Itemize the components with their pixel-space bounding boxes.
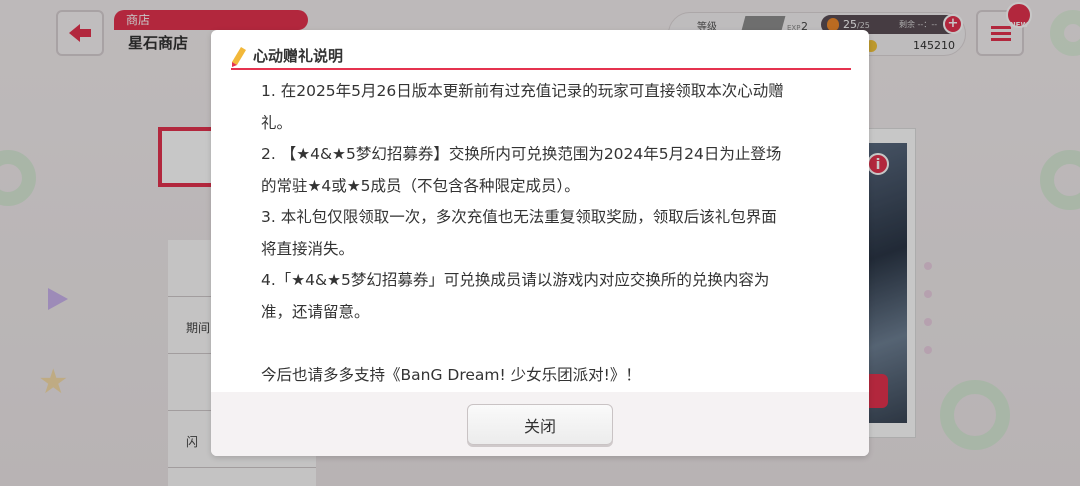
body-line: 将直接消失。 (261, 239, 355, 258)
dialog-footer: 关闭 (211, 392, 869, 456)
close-button[interactable]: 关闭 (467, 404, 613, 445)
dialog-title: 心动赠礼说明 (253, 47, 344, 65)
body-line: 的常驻★4或★5成员（不包含各种限定成员）。 (261, 176, 580, 195)
dialog-body: 1. 在2025年5月26日版本更新前有过充值记录的玩家可直接领取本次心动赠 礼… (261, 76, 821, 392)
closing-line: 今后也请多多支持《BanG Dream! 少女乐团派对!》！ (261, 365, 641, 384)
body-line: 4.「★4&★5梦幻招募券」可兑换成员请以游戏内对应交换所的兑换内容为 (261, 271, 770, 289)
pencil-icon (232, 47, 246, 67)
body-line: 礼。 (261, 113, 293, 132)
dialog-header: 心动赠礼说明 (231, 44, 851, 70)
body-line: 2. 【★4&★5梦幻招募券】交换所内可兑换范围为2024年5月24日为止登场 (261, 145, 782, 163)
body-line: 3. 本礼包仅限领取一次，多次充值也无法重复领取奖励，领取后该礼包界面 (261, 208, 777, 226)
body-line: 准，还请留意。 (261, 302, 370, 321)
body-line: 1. 在2025年5月26日版本更新前有过充值记录的玩家可直接领取本次心动赠 (261, 82, 784, 100)
gift-info-dialog: 心动赠礼说明 1. 在2025年5月26日版本更新前有过充值记录的玩家可直接领取… (211, 30, 869, 456)
